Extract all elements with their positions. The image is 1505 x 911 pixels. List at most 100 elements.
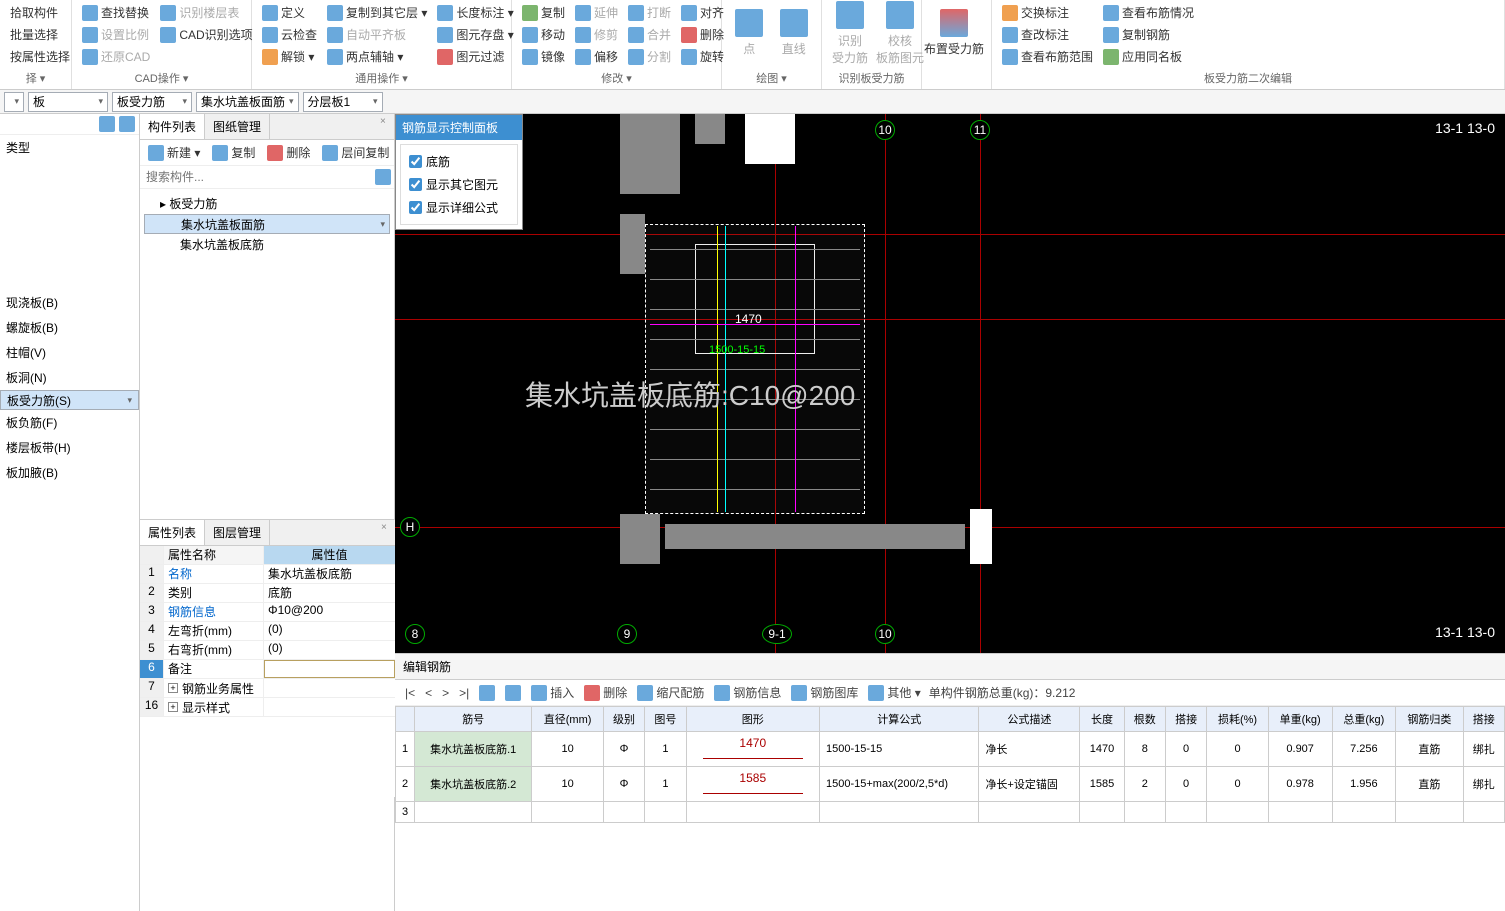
col-header[interactable]: 总重(kg) bbox=[1332, 707, 1396, 732]
rebar-formula[interactable]: 1500-15+max(200/2,5*d) bbox=[820, 767, 979, 802]
nav-next[interactable]: > bbox=[440, 686, 451, 700]
check-rebar-elem[interactable]: 校核 板筋图元 bbox=[874, 2, 926, 64]
tab-drawing-mgmt[interactable]: 图纸管理 bbox=[205, 114, 270, 139]
set-scale[interactable]: 设置比例 bbox=[78, 24, 154, 45]
line-draw[interactable]: 直线 bbox=[773, 2, 816, 64]
cad-options[interactable]: CAD识别选项 bbox=[156, 24, 256, 45]
list-view-icon[interactable] bbox=[99, 116, 115, 132]
rebar-shape[interactable]: 1585 bbox=[686, 767, 819, 802]
slab-rebar[interactable]: 板受力筋(S) bbox=[0, 390, 139, 410]
chk-detail-formula[interactable]: 显示详细公式 bbox=[409, 199, 509, 216]
slab-hole[interactable]: 板洞(N) bbox=[0, 365, 139, 390]
define[interactable]: 定义 bbox=[258, 2, 321, 23]
cloud-check[interactable]: 云检查 bbox=[258, 24, 321, 45]
rebar-lap[interactable]: 0 bbox=[1165, 732, 1206, 767]
prop-category-value[interactable]: 底筋 bbox=[264, 584, 395, 602]
rebar-class[interactable]: 直筋 bbox=[1396, 767, 1463, 802]
draw-group-label[interactable]: 绘图 ▾ bbox=[728, 69, 815, 87]
tab-property-list[interactable]: 属性列表 bbox=[140, 520, 205, 545]
column-cap[interactable]: 柱帽(V) bbox=[0, 340, 139, 365]
rebar-level[interactable]: Φ bbox=[603, 732, 644, 767]
recognize-floor[interactable]: 识别楼层表 bbox=[156, 2, 256, 23]
insert-btn[interactable]: 插入 bbox=[529, 684, 576, 701]
other-btn[interactable]: 其他 ▾ bbox=[866, 684, 922, 701]
apply-same-name[interactable]: 应用同名板 bbox=[1099, 46, 1198, 67]
tab-component-list[interactable]: 构件列表 bbox=[140, 114, 205, 139]
rebar-level[interactable]: Φ bbox=[603, 767, 644, 802]
align[interactable]: 对齐 bbox=[677, 2, 728, 23]
col-header[interactable]: 级别 bbox=[603, 707, 644, 732]
rebar-loss[interactable]: 0 bbox=[1207, 732, 1269, 767]
prop-name-value[interactable]: 集水坑盖板底筋 bbox=[264, 565, 395, 583]
col-header[interactable]: 直径(mm) bbox=[532, 707, 604, 732]
col-header[interactable]: 计算公式 bbox=[820, 707, 979, 732]
close-icon[interactable]: × bbox=[380, 116, 392, 128]
find-replace[interactable]: 查找替换 bbox=[78, 2, 154, 23]
spiral-slab[interactable]: 螺旋板(B) bbox=[0, 315, 139, 340]
rebar-info-btn[interactable]: 钢筋信息 bbox=[712, 684, 783, 701]
save-element[interactable]: 图元存盘 ▾ bbox=[433, 24, 517, 45]
col-header[interactable]: 公式描述 bbox=[979, 707, 1080, 732]
mirror[interactable]: 镜像 bbox=[518, 46, 569, 67]
search-input[interactable] bbox=[140, 166, 372, 188]
nav-last[interactable]: >| bbox=[457, 686, 471, 700]
nav-prev[interactable]: < bbox=[423, 686, 434, 700]
expand-icon[interactable]: + bbox=[168, 702, 178, 712]
rebar-lib-btn[interactable]: 钢筋图库 bbox=[789, 684, 860, 701]
auto-align-slab[interactable]: 自动平齐板 bbox=[323, 24, 431, 45]
new-button[interactable]: 新建 ▾ bbox=[144, 142, 204, 163]
tree-item-top-rebar[interactable]: 集水坑盖板面筋 bbox=[144, 214, 390, 234]
split[interactable]: 分割 bbox=[624, 46, 675, 67]
prop-left-bend-value[interactable]: (0) bbox=[264, 622, 395, 640]
floor-slab-band[interactable]: 楼层板带(H) bbox=[0, 435, 139, 460]
rebar-lap[interactable]: 0 bbox=[1165, 767, 1206, 802]
prop-display-style[interactable]: +显示样式 bbox=[164, 698, 264, 716]
col-header[interactable]: 长度 bbox=[1080, 707, 1124, 732]
tb-icon2[interactable] bbox=[503, 685, 523, 701]
filter-element[interactable]: 图元过滤 bbox=[433, 46, 517, 67]
search-icon[interactable] bbox=[375, 169, 391, 185]
rebar-code[interactable]: 1 bbox=[645, 767, 686, 802]
col-header[interactable]: 筋号 bbox=[415, 707, 532, 732]
col-header[interactable]: 单重(kg) bbox=[1268, 707, 1332, 732]
prop-rebar-business[interactable]: +钢筋业务属性 bbox=[164, 679, 264, 697]
col-header[interactable]: 搭接 bbox=[1463, 707, 1504, 732]
chk-bottom-rebar[interactable]: 底筋 bbox=[409, 153, 509, 170]
rebar-uw[interactable]: 0.978 bbox=[1268, 767, 1332, 802]
prop-rebar-info-value[interactable]: Φ10@200 bbox=[264, 603, 395, 621]
place-rebar[interactable]: 布置受力筋 bbox=[928, 2, 980, 64]
move[interactable]: 移动 bbox=[518, 24, 569, 45]
two-point-axis[interactable]: 两点辅轴 ▾ bbox=[323, 46, 431, 67]
tb-icon1[interactable] bbox=[477, 685, 497, 701]
rebar-tw[interactable]: 1.956 bbox=[1332, 767, 1396, 802]
rebar-table[interactable]: 筋号直径(mm)级别图号图形计算公式公式描述长度根数搭接损耗(%)单重(kg)总… bbox=[395, 706, 1505, 911]
rebar-len[interactable]: 1585 bbox=[1080, 767, 1124, 802]
chk-other-elem[interactable]: 显示其它图元 bbox=[409, 176, 509, 193]
cast-slab[interactable]: 现浇板(B) bbox=[0, 290, 139, 315]
unlock[interactable]: 解锁 ▾ bbox=[258, 46, 321, 67]
view-rebar-status[interactable]: 查看布筋情况 bbox=[1099, 2, 1198, 23]
col-header[interactable]: 损耗(%) bbox=[1207, 707, 1269, 732]
extend[interactable]: 延伸 bbox=[571, 2, 622, 23]
rebar-desc[interactable]: 净长+设定锚固 bbox=[979, 767, 1080, 802]
restore-cad[interactable]: 还原CAD bbox=[78, 46, 154, 67]
slab-neg-rebar[interactable]: 板负筋(F) bbox=[0, 410, 139, 435]
copy-rebar[interactable]: 复制钢筋 bbox=[1099, 24, 1198, 45]
edit-annotation[interactable]: 查改标注 bbox=[998, 24, 1097, 45]
prop-remarks-value[interactable] bbox=[264, 660, 395, 678]
rebar-uw[interactable]: 0.907 bbox=[1268, 732, 1332, 767]
col-header[interactable]: 钢筋归类 bbox=[1396, 707, 1463, 732]
close-icon[interactable]: × bbox=[381, 522, 393, 534]
rebar-loss[interactable]: 0 bbox=[1207, 767, 1269, 802]
selector-type[interactable]: 板受力筋 bbox=[112, 92, 192, 112]
rebar-cnt[interactable]: 2 bbox=[1124, 767, 1165, 802]
point-draw[interactable]: 点 bbox=[728, 2, 771, 64]
rebar-dia[interactable]: 10 bbox=[532, 767, 604, 802]
delete[interactable]: 删除 bbox=[677, 24, 728, 45]
grid-view-icon[interactable] bbox=[119, 116, 135, 132]
merge[interactable]: 合并 bbox=[624, 24, 675, 45]
tree-root[interactable]: ▸ 板受力筋 bbox=[144, 193, 390, 214]
col-header[interactable]: 图号 bbox=[645, 707, 686, 732]
col-header[interactable]: 根数 bbox=[1124, 707, 1165, 732]
rebar-formula[interactable]: 1500-15-15 bbox=[820, 732, 979, 767]
